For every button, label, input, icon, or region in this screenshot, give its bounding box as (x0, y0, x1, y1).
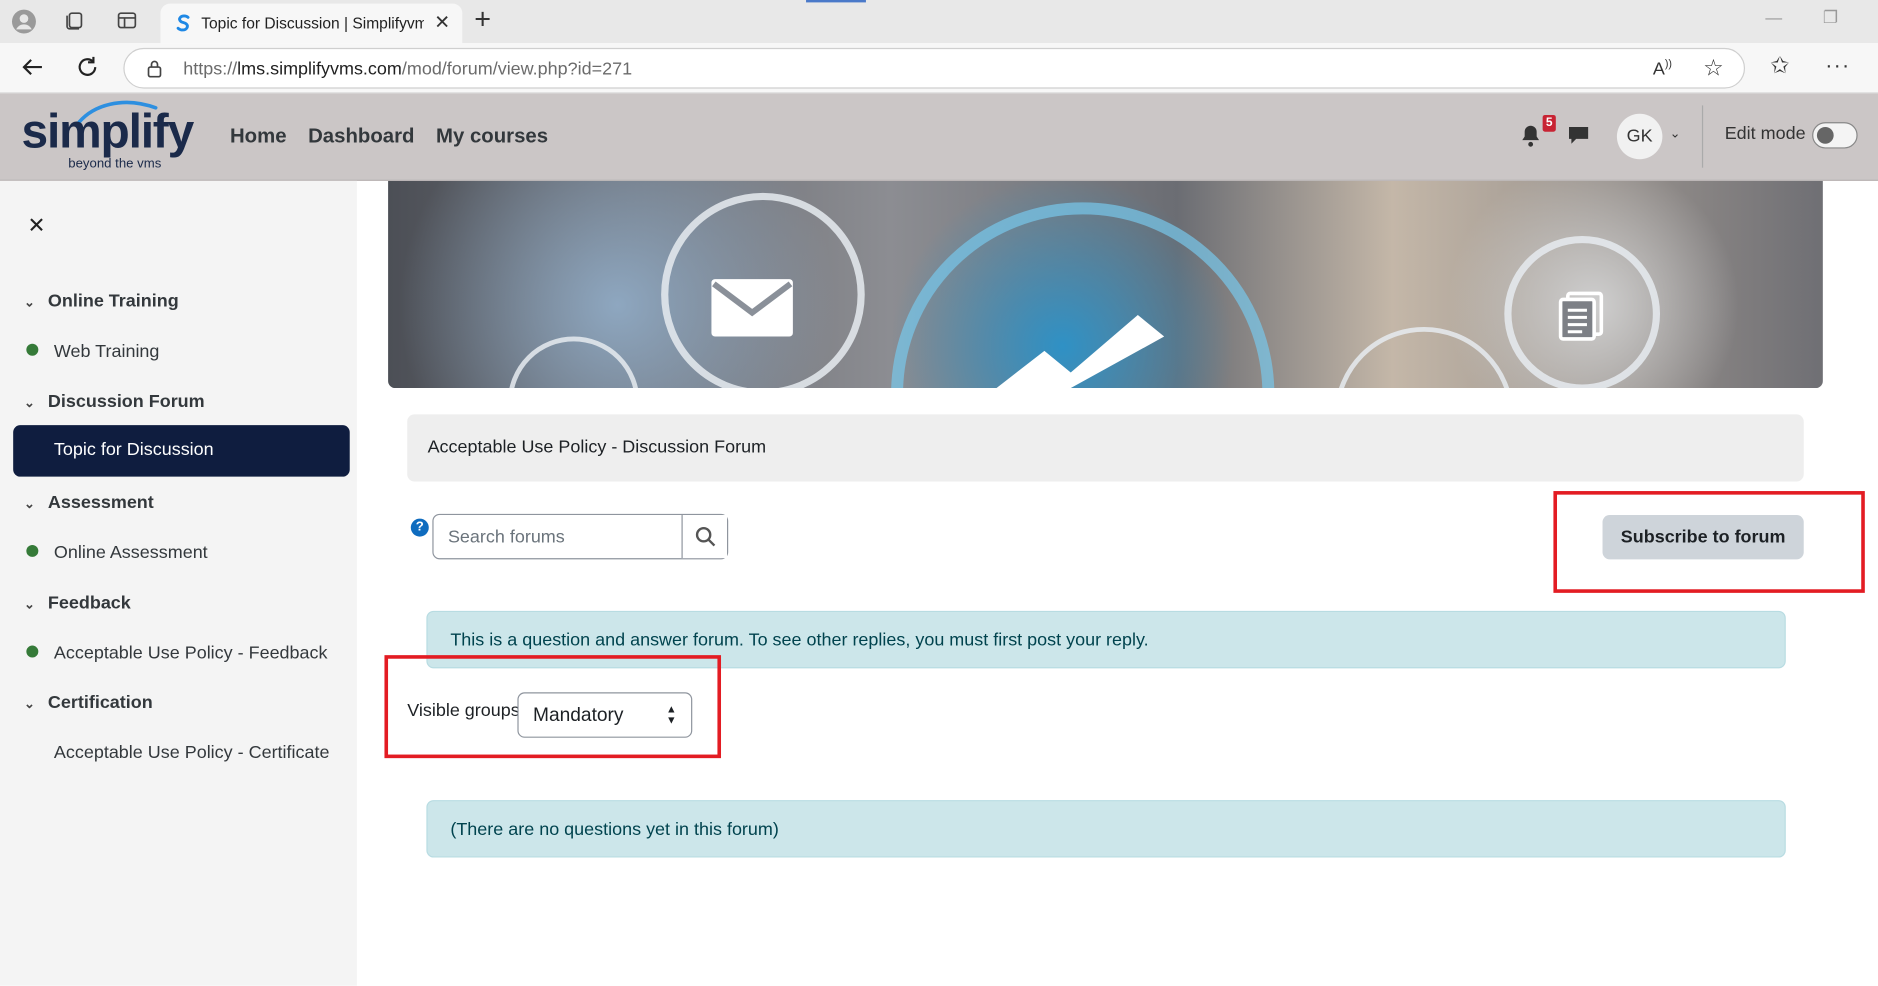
user-menu-chevron-down-icon[interactable]: ⌄ (1670, 126, 1681, 141)
tab-title: Topic for Discussion | Simplifyvms (201, 14, 424, 33)
search-forums-group (432, 513, 729, 560)
section-title: Assessment (47, 492, 154, 513)
highlight-box-visible-groups (384, 655, 722, 759)
url-field[interactable]: https://lms.simplifyvms.com/mod/forum/vi… (123, 47, 1746, 89)
course-item-aup-certificate[interactable]: Acceptable Use Policy - Certificate (54, 743, 330, 763)
section-title: Discussion Forum (47, 391, 205, 413)
section-discussion-forum[interactable]: ⌄ Discussion Forum (24, 392, 205, 412)
restore-icon[interactable]: ❐ (1823, 7, 1838, 27)
document-icon (1558, 291, 1604, 341)
edit-mode-label: Edit mode (1724, 123, 1806, 144)
completion-dot-icon (26, 645, 39, 658)
favorites-icon[interactable]: ✩ (1770, 53, 1789, 81)
profile-icon[interactable] (11, 8, 37, 34)
search-icon (695, 526, 716, 547)
collections-icon[interactable] (61, 8, 87, 34)
growth-arrow-icon (996, 314, 1165, 389)
tab-drag-indicator (806, 0, 866, 3)
item-label: Acceptable Use Policy - Feedback (53, 643, 328, 664)
banner-ring (1334, 326, 1514, 389)
chevron-down-icon[interactable]: ⌄ (24, 696, 48, 711)
more-menu-icon[interactable]: ··· (1825, 53, 1850, 78)
search-forums-input[interactable] (433, 515, 684, 559)
banner-ring (507, 336, 640, 389)
minimize-icon[interactable]: — (1765, 7, 1782, 26)
user-avatar[interactable]: GK (1616, 113, 1663, 160)
section-title: Certification (47, 692, 153, 713)
favorite-star-icon[interactable]: ☆ (1703, 55, 1723, 83)
site-header: simplify beyond the vms Home Dashboard M… (0, 93, 1878, 181)
toggle-knob (1816, 126, 1834, 144)
browser-tabstrip: Topic for Discussion | Simplifyvms ✕ + —… (0, 0, 1878, 44)
nav-home[interactable]: Home (230, 125, 287, 149)
tab-close-icon[interactable]: ✕ (434, 11, 450, 35)
logo-wordmark[interactable]: simplify (22, 105, 195, 159)
completion-dot-icon (26, 343, 39, 356)
item-label: Acceptable Use Policy - Certificate (53, 742, 330, 763)
primary-nav: Home Dashboard My courses (230, 125, 548, 149)
site-favicon-icon (176, 14, 190, 32)
section-title: Feedback (47, 592, 131, 614)
item-label: Web Training (53, 341, 160, 362)
messages-icon[interactable] (1567, 123, 1591, 152)
qa-forum-notice-text: This is a question and answer forum. To … (450, 629, 1149, 651)
page-title: Acceptable Use Policy - Discussion Forum (407, 414, 1804, 482)
chevron-down-icon[interactable]: ⌄ (24, 295, 48, 310)
course-item-aup-feedback[interactable]: Acceptable Use Policy - Feedback (26, 643, 328, 664)
header-divider (1701, 105, 1704, 168)
section-assessment[interactable]: ⌄ Assessment (24, 492, 154, 512)
section-certification[interactable]: ⌄ Certification (24, 692, 153, 712)
no-questions-notice-text: (There are no questions yet in this foru… (450, 819, 779, 840)
section-feedback[interactable]: ⌄ Feedback (24, 593, 131, 613)
chevron-down-icon[interactable]: ⌄ (24, 596, 48, 612)
course-item-online-assessment[interactable]: Online Assessment (26, 542, 208, 563)
new-tab-icon[interactable]: + (474, 4, 491, 36)
envelope-icon (711, 279, 793, 337)
address-bar-row: https://lms.simplifyvms.com/mod/forum/vi… (0, 43, 1878, 94)
item-label: Topic for Discussion (53, 439, 214, 460)
search-button[interactable] (681, 515, 728, 559)
site-info-lock-icon[interactable] (146, 59, 163, 84)
reload-icon[interactable] (74, 54, 100, 86)
course-item-topic-for-discussion[interactable]: Topic for Discussion (13, 425, 350, 477)
read-aloud-icon[interactable]: A)) (1653, 57, 1672, 79)
url-host: lms.simplifyvms.com (237, 58, 402, 80)
url-path: /mod/forum/view.php?id=271 (401, 58, 633, 80)
chevron-down-icon[interactable]: ⌄ (24, 395, 48, 410)
back-arrow-icon[interactable] (19, 54, 45, 86)
nav-my-courses[interactable]: My courses (436, 125, 548, 149)
completion-dot-icon (26, 544, 39, 557)
edit-mode-toggle[interactable] (1812, 122, 1858, 149)
course-index-drawer: ✕ ⌄ Online Training Web Training ⌄ Discuss… (0, 180, 357, 986)
section-online-training[interactable]: ⌄ Online Training (24, 291, 179, 311)
course-banner-image (388, 180, 1823, 389)
browser-tab-active[interactable]: Topic for Discussion | Simplifyvms ✕ (160, 3, 463, 44)
course-item-web-training[interactable]: Web Training (26, 341, 160, 362)
section-title: Online Training (47, 291, 179, 312)
logo-tagline: beyond the vms (68, 156, 162, 172)
url-prefix: https:// (183, 58, 238, 80)
no-questions-notice: (There are no questions yet in this foru… (426, 800, 1786, 858)
nav-dashboard[interactable]: Dashboard (308, 125, 414, 149)
highlight-box-subscribe (1553, 491, 1865, 593)
help-icon[interactable]: ? (410, 518, 429, 537)
item-label: Online Assessment (53, 542, 208, 563)
notification-count-badge: 5 (1542, 114, 1556, 132)
page-title-text: Acceptable Use Policy - Discussion Forum (427, 437, 767, 458)
notifications-bell-icon[interactable] (1520, 123, 1542, 153)
url-text: https://lms.simplifyvms.com/mod/forum/vi… (183, 59, 632, 79)
tab-actions-icon[interactable] (114, 8, 140, 34)
close-drawer-icon[interactable]: ✕ (28, 213, 46, 238)
chevron-down-icon[interactable]: ⌄ (24, 496, 48, 511)
